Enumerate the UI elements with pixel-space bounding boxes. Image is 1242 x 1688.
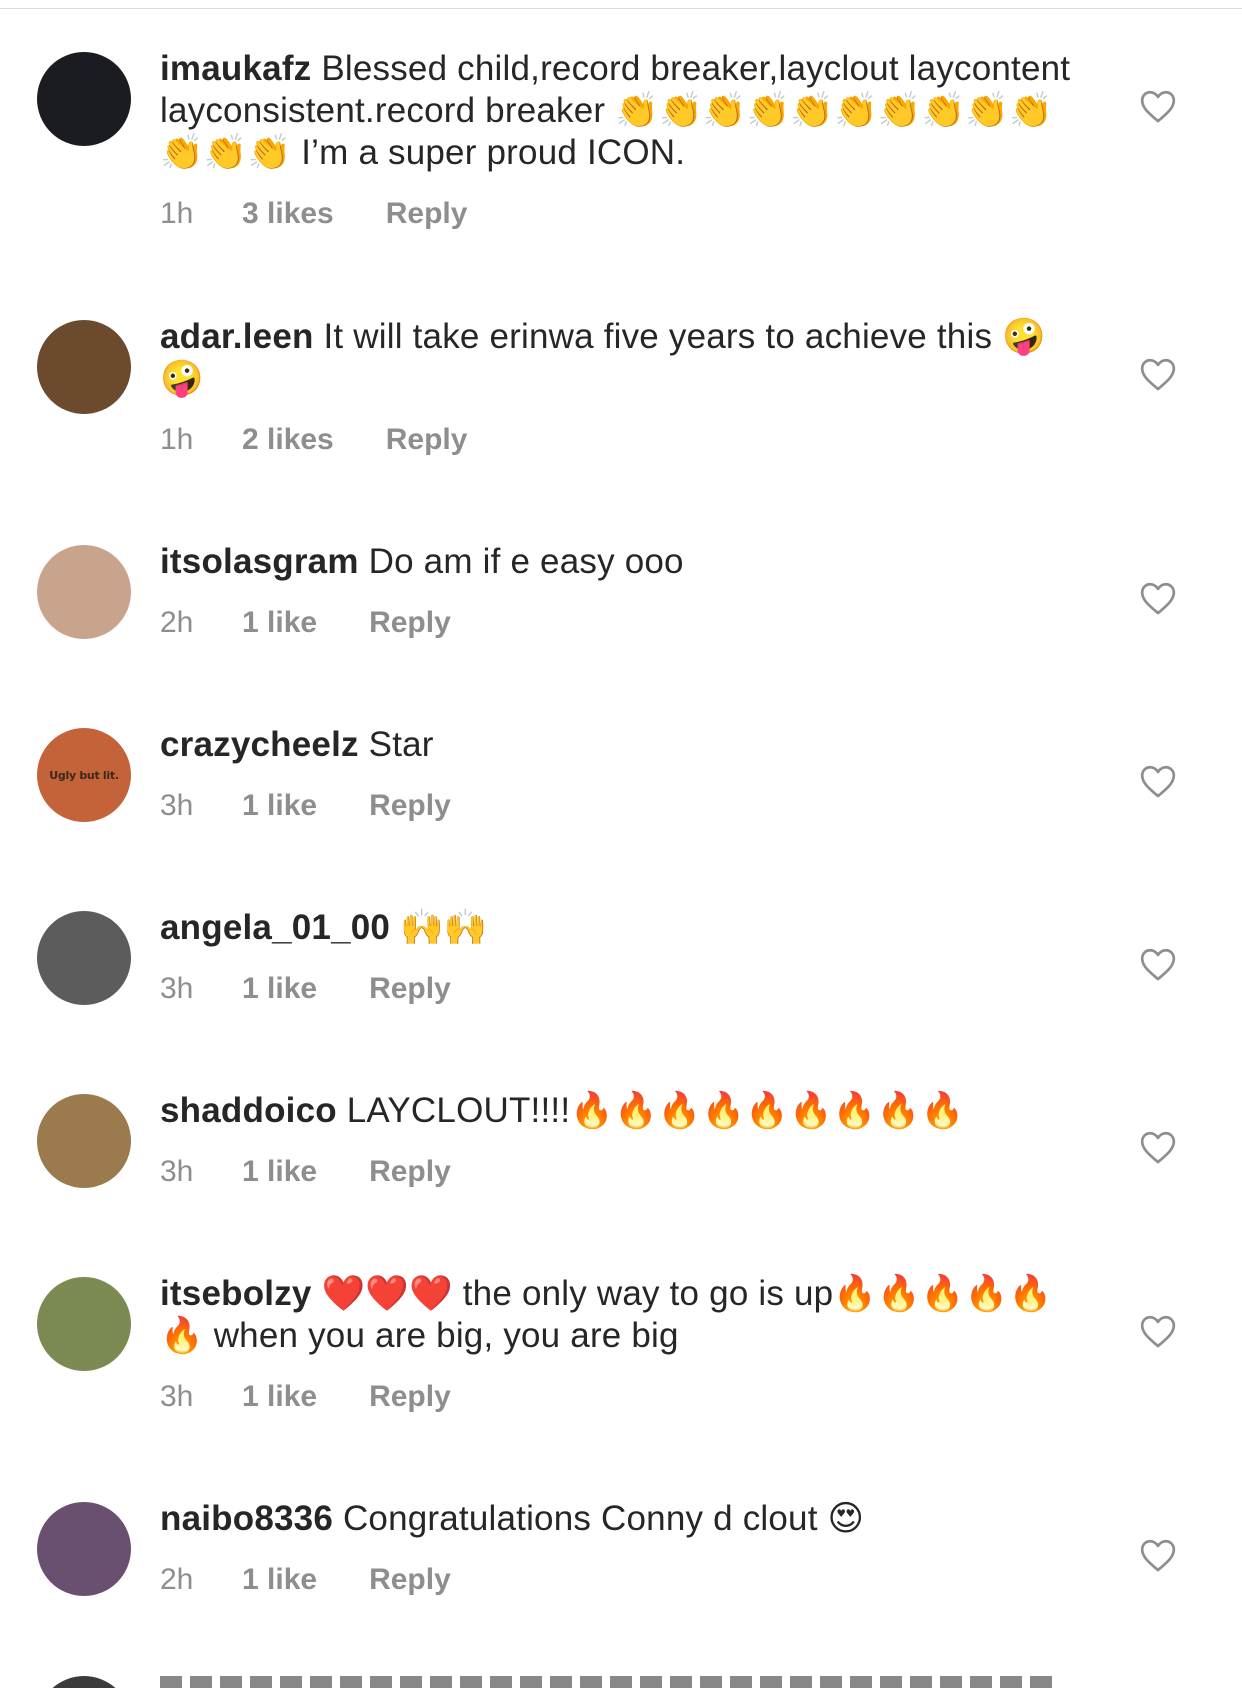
comment-likes[interactable]: 1 like — [242, 789, 317, 823]
comment-body: adar.leen It will take erinwa five years… — [160, 316, 1080, 400]
comment-body: itsolasgram Do am if e easy ooo — [160, 541, 1080, 583]
heart-outline-icon[interactable] — [1139, 763, 1177, 799]
reply-button[interactable]: Reply — [369, 606, 451, 640]
comment-meta: 3h 1 like Reply — [160, 972, 451, 1006]
reply-button[interactable]: Reply — [386, 197, 468, 231]
comment-likes[interactable]: 3 likes — [242, 197, 334, 231]
comment-username[interactable]: imaukafz — [160, 49, 311, 88]
comment-likes[interactable]: 1 like — [242, 972, 317, 1006]
reply-button[interactable]: Reply — [386, 423, 468, 457]
reply-button[interactable]: Reply — [369, 789, 451, 823]
comment-username[interactable]: itsolasgram — [160, 542, 359, 581]
comment-time: 1h — [160, 197, 194, 230]
reply-button[interactable]: Reply — [369, 972, 451, 1006]
heart-outline-icon[interactable] — [1139, 88, 1177, 124]
comment-username[interactable]: crazycheelz — [160, 725, 359, 764]
reply-button[interactable]: Reply — [369, 1155, 451, 1189]
comment-meta: 1h 2 likes Reply — [160, 423, 467, 457]
heart-outline-icon[interactable] — [1139, 1129, 1177, 1165]
comment-body: naibo8336 Congratulations Conny d clout … — [160, 1498, 1080, 1540]
comment-time: 3h — [160, 789, 194, 822]
partial-comment-item — [0, 1676, 1242, 1688]
avatar[interactable] — [37, 320, 131, 414]
avatar[interactable] — [37, 1277, 131, 1371]
comment-text: Do am if e easy ooo — [368, 542, 684, 581]
comment-meta: 3h 1 like Reply — [160, 789, 451, 823]
heart-outline-icon[interactable] — [1139, 946, 1177, 982]
comment-time: 3h — [160, 1155, 194, 1188]
heart-outline-icon[interactable] — [1139, 580, 1177, 616]
comment-body: itsebolzy ❤️❤️❤️ the only way to go is u… — [160, 1273, 1080, 1357]
avatar[interactable] — [37, 911, 131, 1005]
comment-likes[interactable]: 1 like — [242, 606, 317, 640]
comment-time: 3h — [160, 972, 194, 1005]
comment-likes[interactable]: 2 likes — [242, 423, 334, 457]
comment-body: angela_01_00 🙌🙌 — [160, 907, 1080, 949]
comment-meta: 3h 1 like Reply — [160, 1155, 451, 1189]
comment-text: Star — [368, 725, 434, 764]
comment-body: crazycheelz Star — [160, 724, 1080, 766]
comment-likes[interactable]: 1 like — [242, 1563, 317, 1597]
avatar[interactable] — [37, 52, 131, 146]
top-divider — [0, 8, 1242, 9]
comment-likes[interactable]: 1 like — [242, 1380, 317, 1414]
reply-button[interactable]: Reply — [369, 1380, 451, 1414]
comment-text: 🙌🙌 — [400, 908, 488, 947]
heart-outline-icon[interactable] — [1139, 1537, 1177, 1573]
comment-meta: 1h 3 likes Reply — [160, 197, 467, 231]
comment-meta: 2h 1 like Reply — [160, 1563, 451, 1597]
comment-time: 2h — [160, 1563, 194, 1596]
avatar[interactable]: Ugly but lit. — [37, 728, 131, 822]
comment-body: shaddoico LAYCLOUT!!!!🔥🔥🔥🔥🔥🔥🔥🔥🔥 — [160, 1090, 1080, 1132]
comment-username[interactable]: naibo8336 — [160, 1499, 333, 1538]
heart-outline-icon[interactable] — [1139, 356, 1177, 392]
heart-outline-icon[interactable] — [1139, 1313, 1177, 1349]
comment-time: 2h — [160, 606, 194, 639]
comment-time: 1h — [160, 423, 194, 456]
comment-username[interactable]: itsebolzy — [160, 1274, 312, 1313]
avatar[interactable] — [37, 1094, 131, 1188]
comment-meta: 2h 1 like Reply — [160, 606, 451, 640]
comment-username[interactable]: shaddoico — [160, 1091, 337, 1130]
avatar[interactable] — [37, 1676, 131, 1688]
comment-text: LAYCLOUT!!!!🔥🔥🔥🔥🔥🔥🔥🔥🔥 — [346, 1091, 965, 1130]
avatar-caption: Ugly but lit. — [49, 768, 119, 782]
avatar[interactable] — [37, 545, 131, 639]
comment-time: 3h — [160, 1380, 194, 1413]
comment-text: Congratulations Conny d clout 😍 — [342, 1499, 865, 1538]
comment-meta: 3h 1 like Reply — [160, 1380, 451, 1414]
avatar[interactable] — [37, 1502, 131, 1596]
comment-username[interactable]: angela_01_00 — [160, 908, 390, 947]
reply-button[interactable]: Reply — [369, 1563, 451, 1597]
comment-likes[interactable]: 1 like — [242, 1155, 317, 1189]
partial-comment-text — [160, 1676, 1060, 1688]
comment-username[interactable]: adar.leen — [160, 317, 314, 356]
comment-body: imaukafz Blessed child,record breaker,la… — [160, 48, 1080, 174]
